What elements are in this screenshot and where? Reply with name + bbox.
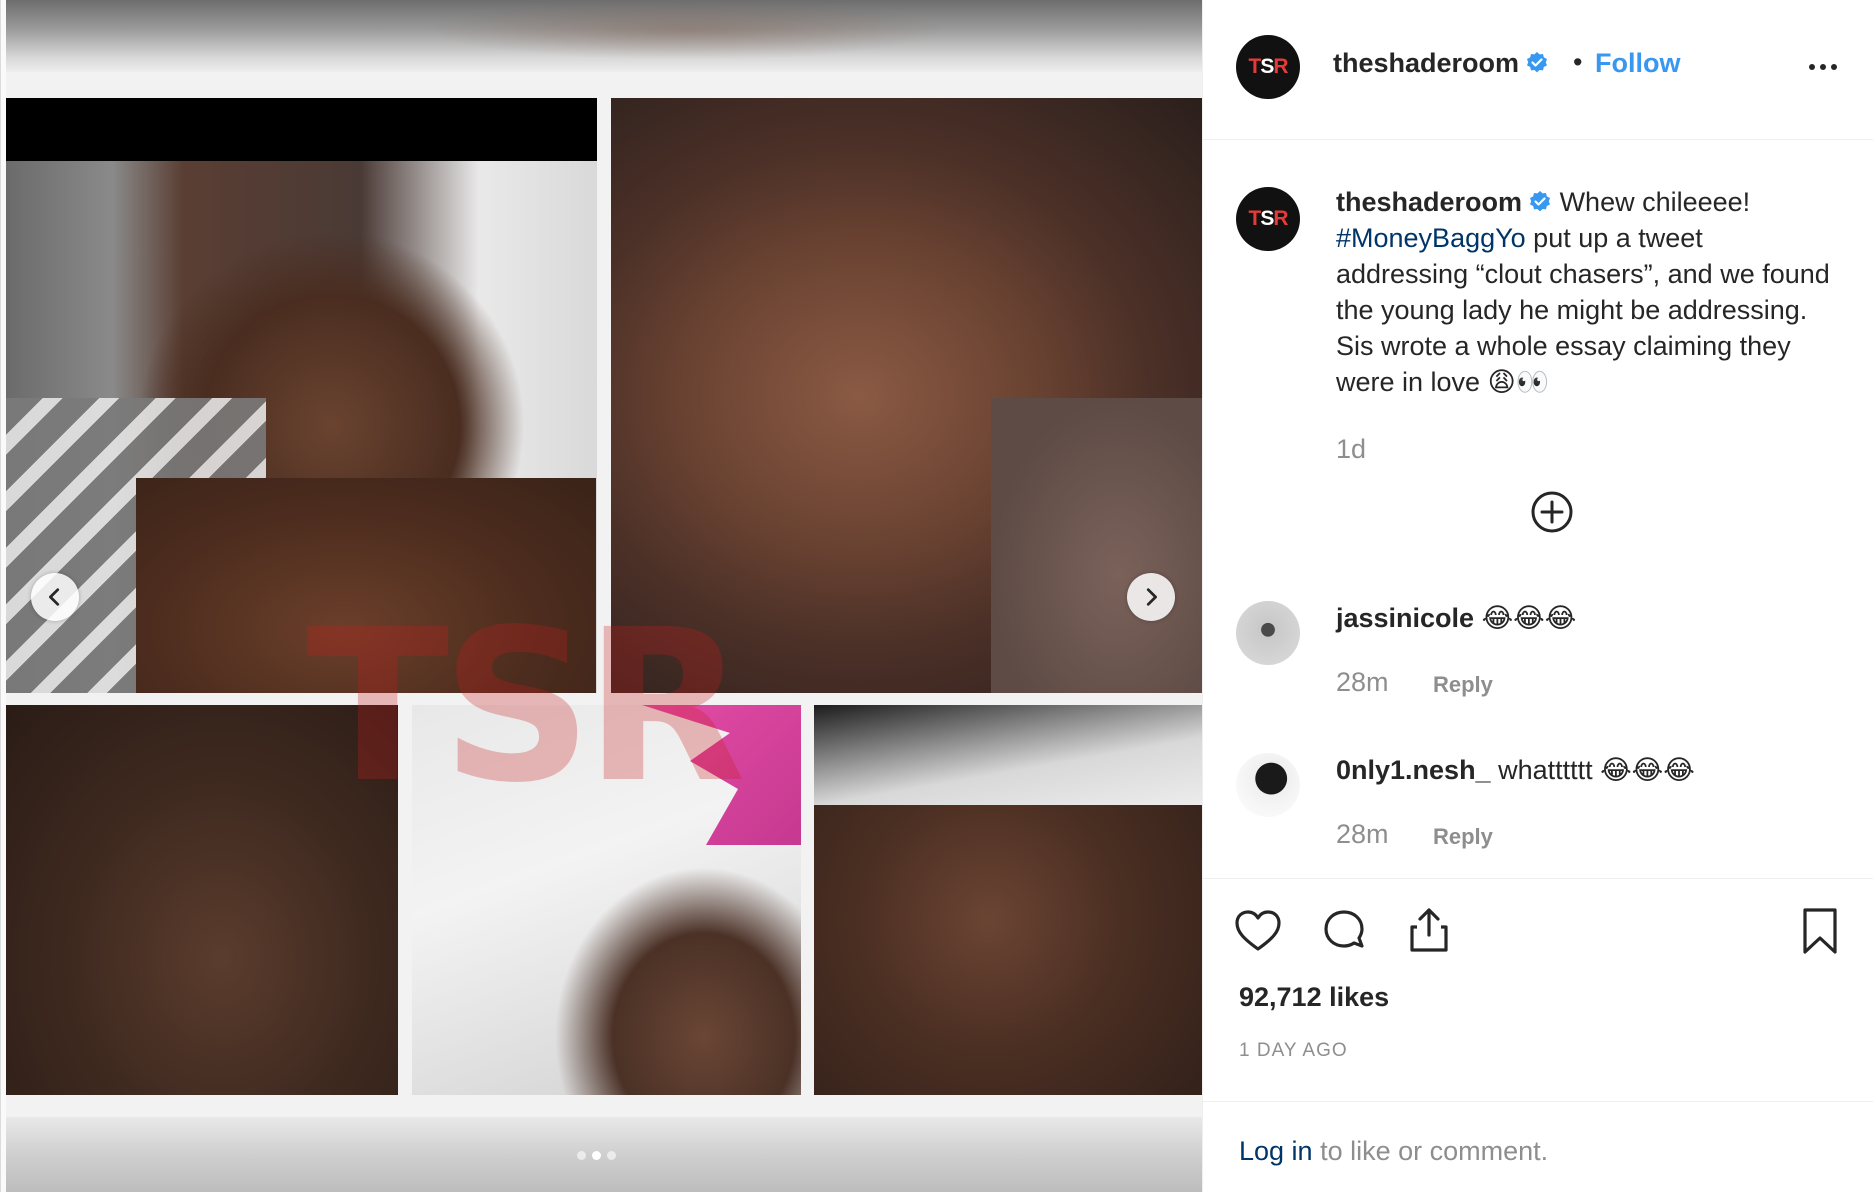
share-button[interactable] xyxy=(1403,905,1455,957)
hashtag-link[interactable]: #MoneyBaggYo xyxy=(1336,223,1526,253)
photo-sleeping-face xyxy=(611,98,1202,693)
more-options-button[interactable] xyxy=(1803,52,1843,82)
verified-icon xyxy=(1527,52,1548,73)
commenter-username[interactable]: 0nly1.nesh_ xyxy=(1336,755,1491,785)
save-button[interactable] xyxy=(1794,905,1846,957)
comment-item: jassinicole 😂😂😂 28m Reply xyxy=(1203,601,1873,721)
photo-holding-hands xyxy=(814,705,1202,1095)
photo-selfie-ceiling xyxy=(412,705,801,1095)
caption-username[interactable]: theshaderoom xyxy=(1336,187,1522,217)
photo-man-in-bed xyxy=(6,98,597,693)
caption-lead: Whew chileeee! xyxy=(1559,187,1751,217)
commenter-username[interactable]: jassinicole xyxy=(1336,603,1474,633)
comment-body: 😂😂😂 xyxy=(1481,603,1577,633)
caption-timestamp[interactable]: 1d xyxy=(1336,434,1366,465)
follow-button[interactable]: Follow xyxy=(1595,48,1680,79)
comment-time[interactable]: 28m xyxy=(1336,667,1389,698)
commenter-avatar[interactable] xyxy=(1236,753,1300,817)
commenter-avatar[interactable] xyxy=(1236,601,1300,665)
carousel-dot xyxy=(577,1151,586,1160)
post-date[interactable]: 1 DAY AGO xyxy=(1239,1040,1348,1062)
author-username[interactable]: theshaderoom xyxy=(1333,48,1549,79)
header-separator: • xyxy=(1573,47,1583,77)
login-text: Log in to like or comment. xyxy=(1239,1136,1548,1167)
photo-collage: TSR xyxy=(6,72,1202,1117)
comment-item: 0nly1.nesh_ whatttttt 😂😂😂 28m Reply xyxy=(1203,753,1873,873)
heart-icon xyxy=(1235,910,1281,951)
post-actions: 92,712 likes 1 DAY AGO Log in to like or… xyxy=(1203,878,1873,1192)
caption-avatar[interactable]: TSR xyxy=(1236,187,1300,251)
like-button[interactable] xyxy=(1232,905,1284,957)
next-slide-button[interactable] xyxy=(1127,573,1175,621)
login-suffix: to like or comment. xyxy=(1312,1136,1549,1166)
comment-text: 0nly1.nesh_ whatttttt 😂😂😂 xyxy=(1336,755,1695,786)
carousel-dot xyxy=(607,1151,616,1160)
verified-icon xyxy=(1530,191,1551,212)
bookmark-icon xyxy=(1803,908,1837,954)
chevron-left-icon xyxy=(49,588,60,606)
carousel-indicator xyxy=(577,1151,616,1160)
reply-button[interactable]: Reply xyxy=(1433,824,1493,850)
login-prompt: Log in to like or comment. xyxy=(1203,1101,1873,1192)
photo-shoulder-tattoo xyxy=(6,705,398,1095)
post-media[interactable]: TSR xyxy=(0,0,1202,1192)
comment-icon xyxy=(1324,910,1364,948)
previous-slide-button[interactable] xyxy=(31,573,79,621)
comment-body: whatttttt 😂😂😂 xyxy=(1498,755,1695,785)
comments-section[interactable]: TSR theshaderoom Whew chileeee! #MoneyBa… xyxy=(1203,141,1873,878)
caption-text: theshaderoom Whew chileeee! #MoneyBaggYo… xyxy=(1336,184,1836,400)
plus-circle-icon xyxy=(1531,491,1573,533)
media-top-edge xyxy=(6,0,1202,72)
comment-text: jassinicole 😂😂😂 xyxy=(1336,603,1576,634)
post-header: TSR theshaderoom • Follow xyxy=(1203,0,1873,140)
post-panel: TSR theshaderoom • Follow TSR theshadero… xyxy=(1202,0,1873,1192)
load-more-comments-button[interactable] xyxy=(1528,488,1576,536)
reply-button[interactable]: Reply xyxy=(1433,672,1493,698)
more-icon xyxy=(1809,64,1815,70)
author-avatar[interactable]: TSR xyxy=(1236,35,1300,99)
login-link[interactable]: Log in xyxy=(1239,1136,1313,1166)
comment-time[interactable]: 28m xyxy=(1336,819,1389,850)
share-icon xyxy=(1410,908,1448,952)
carousel-dot-active xyxy=(592,1151,601,1160)
likes-count[interactable]: 92,712 likes xyxy=(1239,982,1389,1013)
chevron-right-icon xyxy=(1146,588,1157,606)
comment-button[interactable] xyxy=(1318,905,1370,957)
